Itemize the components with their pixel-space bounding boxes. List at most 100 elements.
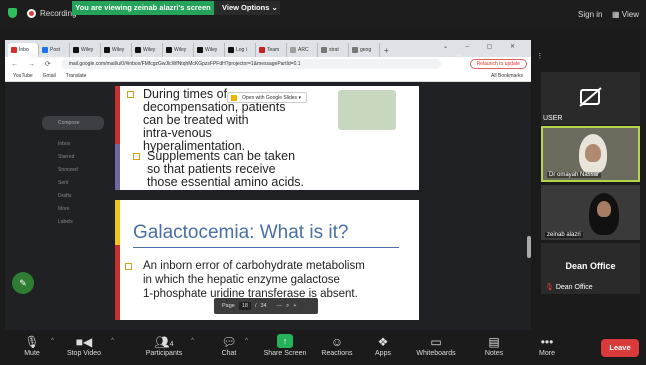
sidebar-item-snoozed[interactable]: Snoozed bbox=[40, 164, 120, 177]
sidebar-item-more[interactable]: More bbox=[40, 203, 120, 216]
zoom-out-icon[interactable]: — bbox=[277, 303, 283, 309]
recording-indicator[interactable]: Recording bbox=[8, 8, 76, 18]
nav-arrows-icon[interactable]: ← → ⟳ bbox=[11, 60, 55, 68]
chevron-up-icon[interactable]: ^ bbox=[245, 338, 248, 344]
tab-label: Log i bbox=[236, 47, 247, 53]
viewer-actions[interactable]: ✚ ⎙ ⤓ ⋮ bbox=[456, 52, 553, 61]
sidebar-item-drafts[interactable]: Drafts bbox=[40, 190, 120, 203]
view-options-button[interactable]: View Options ⌄ bbox=[214, 1, 280, 15]
bullet-icon bbox=[125, 263, 132, 270]
chevron-down-icon: ▾ bbox=[298, 95, 301, 101]
whiteboards-button[interactable]: ▭ Whiteboards bbox=[414, 334, 458, 357]
window-controls[interactable]: ⌄ – ▢ ✕ bbox=[443, 43, 523, 50]
slide-accent-bar bbox=[115, 245, 120, 320]
participant-tile[interactable]: zeinab alazri bbox=[541, 185, 640, 240]
stop-video-label: Stop Video bbox=[66, 350, 102, 357]
share-screen-button[interactable]: ↑ Share Screen bbox=[262, 334, 308, 357]
zoom-icon[interactable]: ⌕ bbox=[286, 303, 289, 310]
participants-label: Participants bbox=[145, 350, 183, 357]
participant-count: 4 bbox=[169, 341, 174, 348]
slide-title: Galactocemia: What is it? bbox=[133, 222, 349, 243]
bookmark-youtube[interactable]: YouTube bbox=[13, 73, 33, 79]
zoom-in-icon[interactable]: + bbox=[293, 303, 296, 309]
browser-tab[interactable]: Wiley bbox=[163, 43, 194, 57]
chat-button[interactable]: 💬︎ Chat ^ bbox=[218, 334, 248, 357]
participant-name: zeinab alazri bbox=[545, 232, 583, 238]
mute-button[interactable]: 🎙︎ Mute ^ bbox=[18, 334, 54, 357]
sidebar-item-sent[interactable]: Sent bbox=[40, 177, 120, 190]
compose-button[interactable]: Compose bbox=[42, 116, 104, 130]
wiley-icon bbox=[166, 47, 172, 53]
browser-tab[interactable]: ARC bbox=[287, 43, 318, 57]
chevron-up-icon[interactable]: ^ bbox=[111, 338, 114, 344]
site-icon bbox=[42, 47, 48, 53]
site-icon bbox=[290, 47, 296, 53]
browser-tab[interactable]: Wiley bbox=[132, 43, 163, 57]
tab-label: ARC bbox=[298, 47, 309, 53]
participant-name: Dr omayah Nassar bbox=[547, 172, 602, 178]
tab-label: Post bbox=[50, 47, 61, 53]
more-icon: ••• bbox=[540, 335, 554, 349]
slide-text-line: An inborn error of carbohydrate metaboli… bbox=[143, 260, 365, 272]
whiteboards-label: Whiteboards bbox=[416, 350, 456, 357]
chevron-up-icon[interactable]: ^ bbox=[51, 338, 54, 344]
browser-tab[interactable]: Wiley bbox=[194, 43, 225, 57]
chat-label: Chat bbox=[221, 350, 237, 357]
all-bookmarks[interactable]: All Bookmarks bbox=[491, 73, 523, 79]
participant-name: Dean Office bbox=[555, 284, 593, 291]
participant-name-row: 🎙︎ Dean Office bbox=[545, 283, 593, 291]
reactions-button[interactable]: ☺ Reactions bbox=[320, 334, 354, 357]
scrollbar[interactable] bbox=[527, 236, 531, 258]
sidebar-item-starred[interactable]: Starred bbox=[40, 151, 120, 164]
back-arrow-icon[interactable]: ← bbox=[12, 52, 20, 61]
browser-tab[interactable]: strat bbox=[318, 43, 349, 57]
sidebar-item-inbox[interactable]: Inbox bbox=[40, 138, 120, 151]
sidebar-labels-heading: Labels bbox=[58, 219, 73, 225]
participant-tile-active-speaker[interactable]: Dr omayah Nassar bbox=[541, 126, 640, 182]
url-field[interactable]: mail.google.com/mail/u/0/#inbox/FMfcgzGw… bbox=[60, 59, 441, 69]
bookmark-translate[interactable]: Translate bbox=[66, 73, 87, 79]
participant-tile[interactable]: Dean Office 🎙︎ Dean Office bbox=[541, 243, 640, 294]
chevron-up-icon[interactable]: ^ bbox=[191, 338, 194, 344]
stop-video-button[interactable]: ■◀ Stop Video ^ bbox=[62, 334, 114, 357]
leave-button[interactable]: Leave bbox=[601, 339, 639, 357]
page-label: Page bbox=[222, 303, 235, 309]
page-number-input[interactable]: 18 bbox=[238, 302, 251, 310]
notes-button[interactable]: ▤ Notes bbox=[482, 334, 506, 357]
whiteboard-icon: ▭ bbox=[430, 335, 442, 349]
tab-label: Wiley bbox=[174, 47, 187, 53]
new-tab-icon[interactable]: + bbox=[384, 46, 389, 55]
shield-icon bbox=[8, 8, 17, 18]
bookmarks-bar: YouTube Gmail Translate All Bookmarks bbox=[5, 71, 531, 82]
google-icon bbox=[321, 47, 327, 53]
share-screen-label: Share Screen bbox=[263, 350, 307, 357]
tab-label: Wiley bbox=[205, 47, 218, 53]
wiley-icon bbox=[104, 47, 110, 53]
edit-pencil-icon[interactable]: ✎ bbox=[12, 272, 34, 294]
microphone-icon: 🎙︎ bbox=[24, 335, 40, 349]
browser-tab[interactable]: Log i bbox=[225, 43, 256, 57]
chevron-down-icon: ⌄ bbox=[271, 3, 278, 12]
more-button[interactable]: ••• More bbox=[536, 334, 558, 357]
page-navigator: Page 18 / 34 — ⌕ + bbox=[214, 298, 318, 314]
mute-label: Mute bbox=[24, 350, 40, 357]
video-camera-icon: ■◀ bbox=[75, 335, 93, 349]
open-with-slides-button[interactable]: Open with Google Slides ▾ bbox=[227, 92, 307, 103]
participants-button[interactable]: 👥︎4 Participants ^ bbox=[142, 334, 194, 357]
title-underline bbox=[133, 247, 399, 248]
browser-tab[interactable]: Team bbox=[256, 43, 287, 57]
share-screen-icon: ↑ bbox=[277, 334, 293, 348]
grid-icon: ▦ bbox=[612, 10, 620, 19]
browser-tab[interactable]: geog bbox=[349, 43, 380, 57]
view-button[interactable]: ▦ View bbox=[612, 10, 639, 19]
bookmark-gmail[interactable]: Gmail bbox=[43, 73, 56, 79]
participant-display-name: Dean Office bbox=[565, 261, 616, 271]
slides-icon bbox=[231, 95, 237, 101]
apps-button[interactable]: ❖ Apps bbox=[372, 334, 394, 357]
sign-in-button[interactable]: Sign in bbox=[578, 10, 602, 19]
reactions-label: Reactions bbox=[321, 350, 353, 357]
wiley-icon bbox=[73, 47, 79, 53]
meeting-toolbar: 🎙︎ Mute ^ ■◀ Stop Video ^ 👥︎4 Participan… bbox=[0, 330, 646, 365]
bullet-icon bbox=[133, 153, 140, 160]
viewing-banner: You are viewing zeinab alazri's screen bbox=[72, 1, 214, 15]
